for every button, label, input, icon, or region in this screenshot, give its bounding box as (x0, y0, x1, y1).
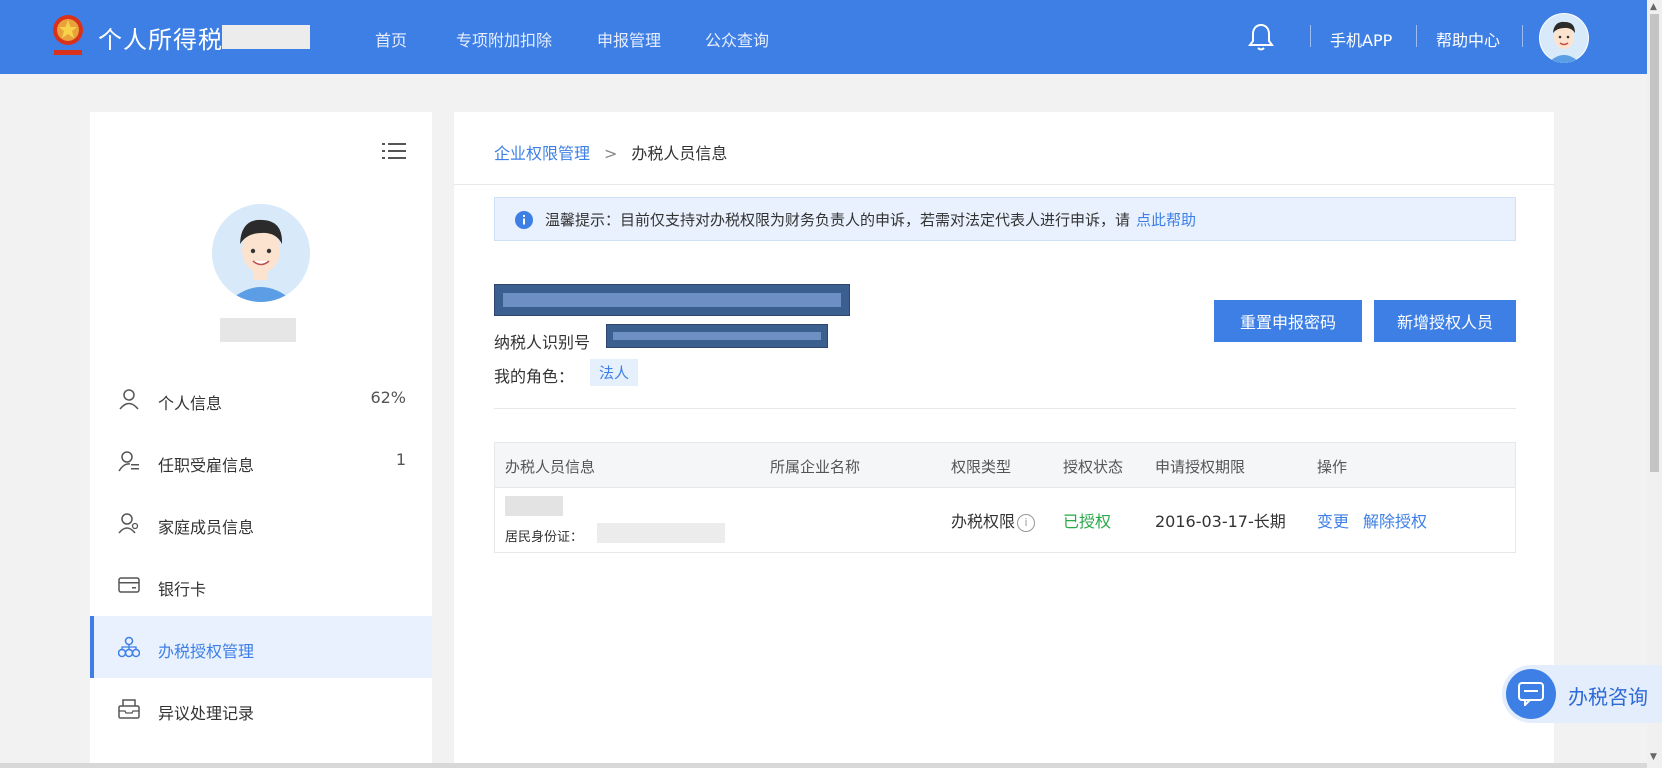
table-header-cell: 权限类型 (951, 458, 1012, 476)
tip-help-link[interactable]: 点此帮助 (1136, 211, 1196, 229)
brand-title: 个人所得税 (98, 26, 223, 54)
sidebar-item-bank-card[interactable]: 银行卡 (90, 554, 432, 616)
sidebar: 个人信息 62% 任职受雇信息 1 家庭成员信息 银行卡 办税授权管理 异议处理… (90, 112, 432, 768)
permission-type: 办税权限 (951, 512, 1016, 531)
table-header-cell: 操作 (1317, 458, 1348, 476)
tip-text: 温馨提示：目前仅支持对办税权限为财务负责人的申诉，若需对法定代表人进行申诉，请 (545, 211, 1131, 229)
family-icon (118, 513, 139, 534)
user-avatar-icon (1540, 14, 1588, 63)
redacted-region (222, 25, 310, 49)
table-header: 办税人员信息 所属企业名称 权限类型 授权状态 申请授权期限 操作 (495, 443, 1515, 487)
breadcrumb-current: 办税人员信息 (631, 144, 728, 163)
scroll-down-icon[interactable]: ▼ (1650, 752, 1657, 762)
help-center-link[interactable]: 帮助中心 (1436, 27, 1500, 51)
header-separator (1416, 25, 1417, 47)
tax-emblem-icon (53, 15, 83, 55)
person-icon (119, 389, 139, 410)
status-badge: 已授权 (1063, 512, 1112, 531)
permission-type-cell: 办税权限 i (951, 508, 1036, 532)
breadcrumb-separator: > (604, 144, 618, 163)
sidebar-item-employment-info[interactable]: 任职受雇信息 1 (90, 430, 432, 492)
chat-label: 办税咨询 (1568, 685, 1648, 709)
page-scrollbar[interactable]: ▲ ▼ (1647, 0, 1662, 768)
redacted-company-name (494, 284, 850, 316)
header-separator (1522, 25, 1523, 47)
main-content: 企业权限管理 > 办税人员信息 温馨提示：目前仅支持对办税权限为财务负责人的申诉，若… (454, 112, 1554, 768)
nav-special-deduction[interactable]: 专项附加扣除 (456, 27, 552, 51)
nav-home[interactable]: 首页 (375, 27, 407, 51)
role-badge: 法人 (590, 359, 639, 386)
table-header-cell: 所属企业名称 (770, 458, 861, 476)
bell-icon[interactable] (1248, 22, 1274, 52)
authorization-period: 2016-03-17-长期 (1155, 512, 1286, 531)
id-label: 居民身份证： (505, 530, 584, 545)
table-header-cell: 申请授权期限 (1155, 458, 1246, 476)
top-header: 个人所得税 首页 专项附加扣除 申报管理 公众查询 手机APP 帮助中心 (0, 0, 1647, 74)
nav-declaration[interactable]: 申报管理 (597, 27, 661, 51)
info-circle-icon[interactable]: i (1017, 514, 1036, 532)
sidebar-item-label: 家庭成员信息 (158, 518, 255, 537)
sidebar-item-label: 任职受雇信息 (158, 456, 255, 475)
redacted-id (597, 523, 725, 543)
profile-avatar (212, 204, 310, 302)
breadcrumb: 企业权限管理 > 办税人员信息 (494, 140, 727, 164)
menu-list-icon[interactable] (382, 140, 406, 162)
bank-card-icon (118, 577, 140, 593)
taxid-label: 纳税人识别号 (494, 333, 591, 352)
tip-text-container: 温馨提示：目前仅支持对办税权限为财务负责人的申诉，若需对法定代表人进行申诉，请点… (545, 209, 1196, 230)
inbox-icon (118, 699, 140, 719)
table-header-cell: 授权状态 (1063, 458, 1124, 476)
mobile-app-link[interactable]: 手机APP (1330, 27, 1392, 51)
person-list-icon (118, 451, 139, 472)
add-authorized-button[interactable]: 新增授权人员 (1374, 300, 1516, 342)
header-avatar[interactable] (1539, 13, 1589, 63)
redacted-taxid (606, 324, 828, 348)
redacted-region (220, 318, 296, 342)
table-header-cell: 办税人员信息 (505, 458, 596, 476)
sidebar-item-personal-info[interactable]: 个人信息 62% (90, 368, 432, 430)
role-label: 我的角色： (494, 367, 575, 386)
sidebar-item-label: 银行卡 (158, 580, 207, 599)
table-row: 居民身份证： 办税权限 i 已授权 2016-03-17-长期 变更 解除授权 (495, 487, 1515, 552)
org-tree-icon (118, 636, 140, 658)
sidebar-item-family-info[interactable]: 家庭成员信息 (90, 492, 432, 554)
chat-bubble-icon (1518, 682, 1544, 706)
sidebar-item-label: 个人信息 (158, 394, 223, 413)
divider (494, 408, 1516, 409)
user-avatar-icon (212, 204, 310, 302)
breadcrumb-parent-link[interactable]: 企业权限管理 (494, 144, 590, 163)
revoke-authorization-link[interactable]: 解除授权 (1363, 508, 1427, 532)
tip-banner: 温馨提示：目前仅支持对办税权限为财务负责人的申诉，若需对法定代表人进行申诉，请点… (494, 197, 1516, 241)
sidebar-item-count: 62% (370, 388, 406, 407)
sidebar-item-label: 异议处理记录 (158, 704, 255, 723)
authorization-table: 办税人员信息 所属企业名称 权限类型 授权状态 申请授权期限 操作 居民身份证：… (494, 442, 1516, 553)
sidebar-item-tax-authorization[interactable]: 办税授权管理 (90, 616, 432, 678)
nav-public-query[interactable]: 公众查询 (705, 27, 769, 51)
scrollbar-thumb[interactable] (1650, 14, 1659, 472)
sidebar-item-label: 办税授权管理 (158, 642, 255, 661)
bottom-strip (0, 763, 1647, 768)
divider (454, 184, 1554, 185)
redacted-name (505, 496, 563, 516)
scroll-up-icon[interactable]: ▲ (1650, 2, 1657, 12)
sidebar-item-count: 1 (395, 450, 406, 469)
info-icon (515, 211, 533, 229)
header-separator (1310, 25, 1311, 47)
tax-consult-widget[interactable]: 办税咨询 (1502, 665, 1662, 723)
chat-circle (1506, 669, 1556, 719)
reset-password-button[interactable]: 重置申报密码 (1214, 300, 1362, 342)
change-link[interactable]: 变更 (1317, 508, 1349, 532)
sidebar-item-dispute-records[interactable]: 异议处理记录 (90, 678, 432, 740)
